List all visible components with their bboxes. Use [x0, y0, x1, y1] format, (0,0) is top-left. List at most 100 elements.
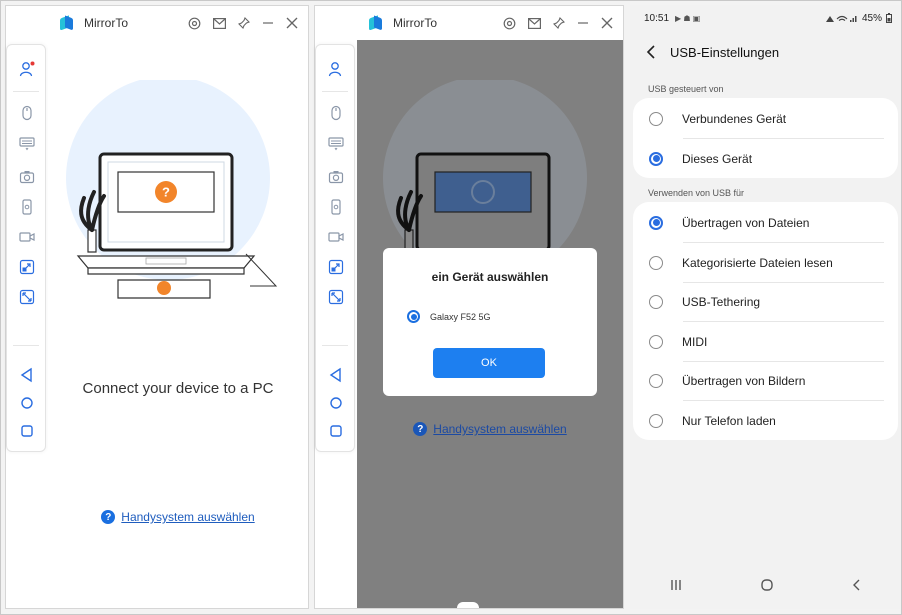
back-icon[interactable]: [851, 578, 861, 592]
option-file-transfer[interactable]: Übertragen von Dateien: [649, 203, 884, 242]
pin-icon[interactable]: [238, 17, 250, 29]
section-label-use-usb-for: Verwenden von USB für: [648, 188, 745, 198]
dialog-title: ein Gerät auswählen: [431, 270, 549, 284]
android-nav-bar: [630, 573, 900, 597]
phone-record-icon[interactable]: [19, 199, 35, 215]
radio-unselected[interactable]: [649, 255, 663, 270]
collapse-handle[interactable]: [457, 602, 479, 608]
option-charge-only[interactable]: Nur Telefon laden: [649, 401, 884, 440]
dimmed-content: ein Gerät auswählen Galaxy F52 5G OK ? H…: [357, 40, 623, 608]
back-triangle-icon[interactable]: [19, 367, 35, 383]
battery-icon: [886, 13, 892, 23]
radio-unselected[interactable]: [649, 373, 663, 388]
recents-square-icon[interactable]: [19, 423, 35, 439]
settings-icon[interactable]: [503, 17, 516, 30]
close-icon[interactable]: [286, 17, 298, 29]
mail-icon[interactable]: [213, 17, 226, 29]
keyboard-icon[interactable]: [19, 135, 35, 151]
choose-os-link[interactable]: ? Handysystem auswählen: [48, 510, 308, 524]
radio-unselected[interactable]: [649, 294, 663, 309]
home-icon[interactable]: [760, 578, 774, 592]
option-midi[interactable]: MIDI: [649, 322, 884, 361]
title-bar: MirrorTo: [357, 6, 623, 40]
option-label: Kategorisierte Dateien lesen: [682, 255, 833, 270]
option-label: Übertragen von Bildern: [682, 373, 806, 388]
expand-icon[interactable]: [19, 259, 35, 275]
android-usb-settings-screen: 10:51 ▶ ☗ ▣ 45% USB-Einstellungen USB ge…: [630, 5, 900, 609]
video-icon[interactable]: [19, 229, 35, 245]
user-icon[interactable]: [328, 61, 344, 77]
option-label: Übertragen von Dateien: [682, 215, 810, 230]
fullscreen-icon[interactable]: [328, 289, 344, 305]
recents-icon[interactable]: [669, 579, 683, 591]
radio-unselected[interactable]: [649, 111, 663, 126]
option-connected-device[interactable]: Verbundenes Gerät: [649, 99, 884, 138]
section-label-controlled-by: USB gesteuert von: [648, 84, 724, 94]
home-circle-icon[interactable]: [19, 395, 35, 411]
help-question-icon: ?: [101, 510, 116, 524]
help-question-icon: ?: [413, 422, 428, 436]
mirrorto-window-device-select: MirrorTo ein Gerät auswählen Galaxy F52 …: [314, 5, 624, 609]
option-usb-tethering[interactable]: USB-Tethering: [649, 282, 884, 321]
radio-selected[interactable]: [649, 215, 663, 230]
minimize-icon[interactable]: [262, 17, 274, 29]
recents-square-icon[interactable]: [328, 423, 344, 439]
tool-rail: [315, 44, 355, 452]
title-bar: MirrorTo: [48, 6, 308, 40]
app-title: MirrorTo: [393, 16, 437, 30]
status-bar: 10:51 ▶ ☗ ▣ 45%: [630, 5, 900, 31]
signal-icon: [825, 15, 857, 22]
connect-content: ? Connect your device to a PC ? Handysys…: [48, 40, 308, 608]
option-label: MIDI: [682, 334, 708, 349]
screenshot-frame: MirrorTo ? Connect your device to a PC ?…: [0, 0, 902, 615]
close-icon[interactable]: [601, 17, 613, 29]
app-title: MirrorTo: [84, 16, 128, 30]
option-categorized-files[interactable]: Kategorisierte Dateien lesen: [649, 243, 884, 282]
mirrorto-logo-icon: [369, 15, 383, 31]
radio-selected[interactable]: [649, 151, 663, 166]
option-image-transfer[interactable]: Übertragen von Bildern: [649, 361, 884, 400]
minimize-icon[interactable]: [577, 17, 589, 29]
option-this-device[interactable]: Dieses Gerät: [649, 139, 884, 178]
back-arrow-icon[interactable]: [646, 45, 656, 59]
device-option-label: Galaxy F52 5G: [430, 311, 491, 322]
phone-record-icon[interactable]: [328, 199, 344, 215]
video-icon[interactable]: [328, 229, 344, 245]
status-time: 10:51: [644, 12, 670, 24]
home-circle-icon[interactable]: [328, 395, 344, 411]
back-triangle-icon[interactable]: [328, 367, 344, 383]
radio-unselected[interactable]: [649, 334, 663, 349]
app-bar: USB-Einstellungen: [630, 35, 900, 69]
expand-icon[interactable]: [328, 259, 344, 275]
user-icon[interactable]: [19, 61, 35, 77]
radio-unselected[interactable]: [649, 413, 663, 428]
option-label: USB-Tethering: [682, 294, 761, 309]
battery-percent: 45%: [861, 12, 882, 24]
mirrorto-window-connect: MirrorTo ? Connect your device to a PC ?…: [5, 5, 309, 609]
settings-icon[interactable]: [188, 17, 201, 30]
camera-icon[interactable]: [19, 169, 35, 185]
device-option-row[interactable]: Galaxy F52 5G: [407, 310, 491, 323]
illustration-badge-text: ?: [162, 185, 170, 200]
pin-icon[interactable]: [553, 17, 565, 29]
option-label: Nur Telefon laden: [682, 413, 776, 428]
device-radio-selected[interactable]: [407, 310, 420, 323]
connect-instruction: Connect your device to a PC: [82, 380, 274, 397]
laptop-phone-illustration: ?: [66, 80, 278, 299]
notification-icons: ▶ ☗ ▣: [675, 13, 701, 23]
controlled-by-card: Verbundenes Gerät Dieses Gerät: [633, 98, 898, 178]
fullscreen-icon[interactable]: [19, 289, 35, 305]
mouse-icon[interactable]: [19, 105, 35, 121]
keyboard-icon[interactable]: [328, 135, 344, 151]
option-label: Verbundenes Gerät: [682, 111, 787, 126]
mirrorto-logo-icon: [60, 15, 74, 31]
system-status-icons: 45%: [824, 13, 892, 24]
mouse-icon[interactable]: [328, 105, 344, 121]
choose-os-link-text[interactable]: Handysystem auswählen: [433, 422, 566, 436]
use-usb-for-card: Übertragen von Dateien Kategorisierte Da…: [633, 202, 898, 440]
mail-icon[interactable]: [528, 17, 541, 29]
choose-os-link[interactable]: ? Handysystem auswählen: [357, 422, 623, 436]
camera-icon[interactable]: [328, 169, 344, 185]
ok-button[interactable]: OK: [433, 348, 545, 378]
choose-os-link-text[interactable]: Handysystem auswählen: [121, 510, 254, 524]
